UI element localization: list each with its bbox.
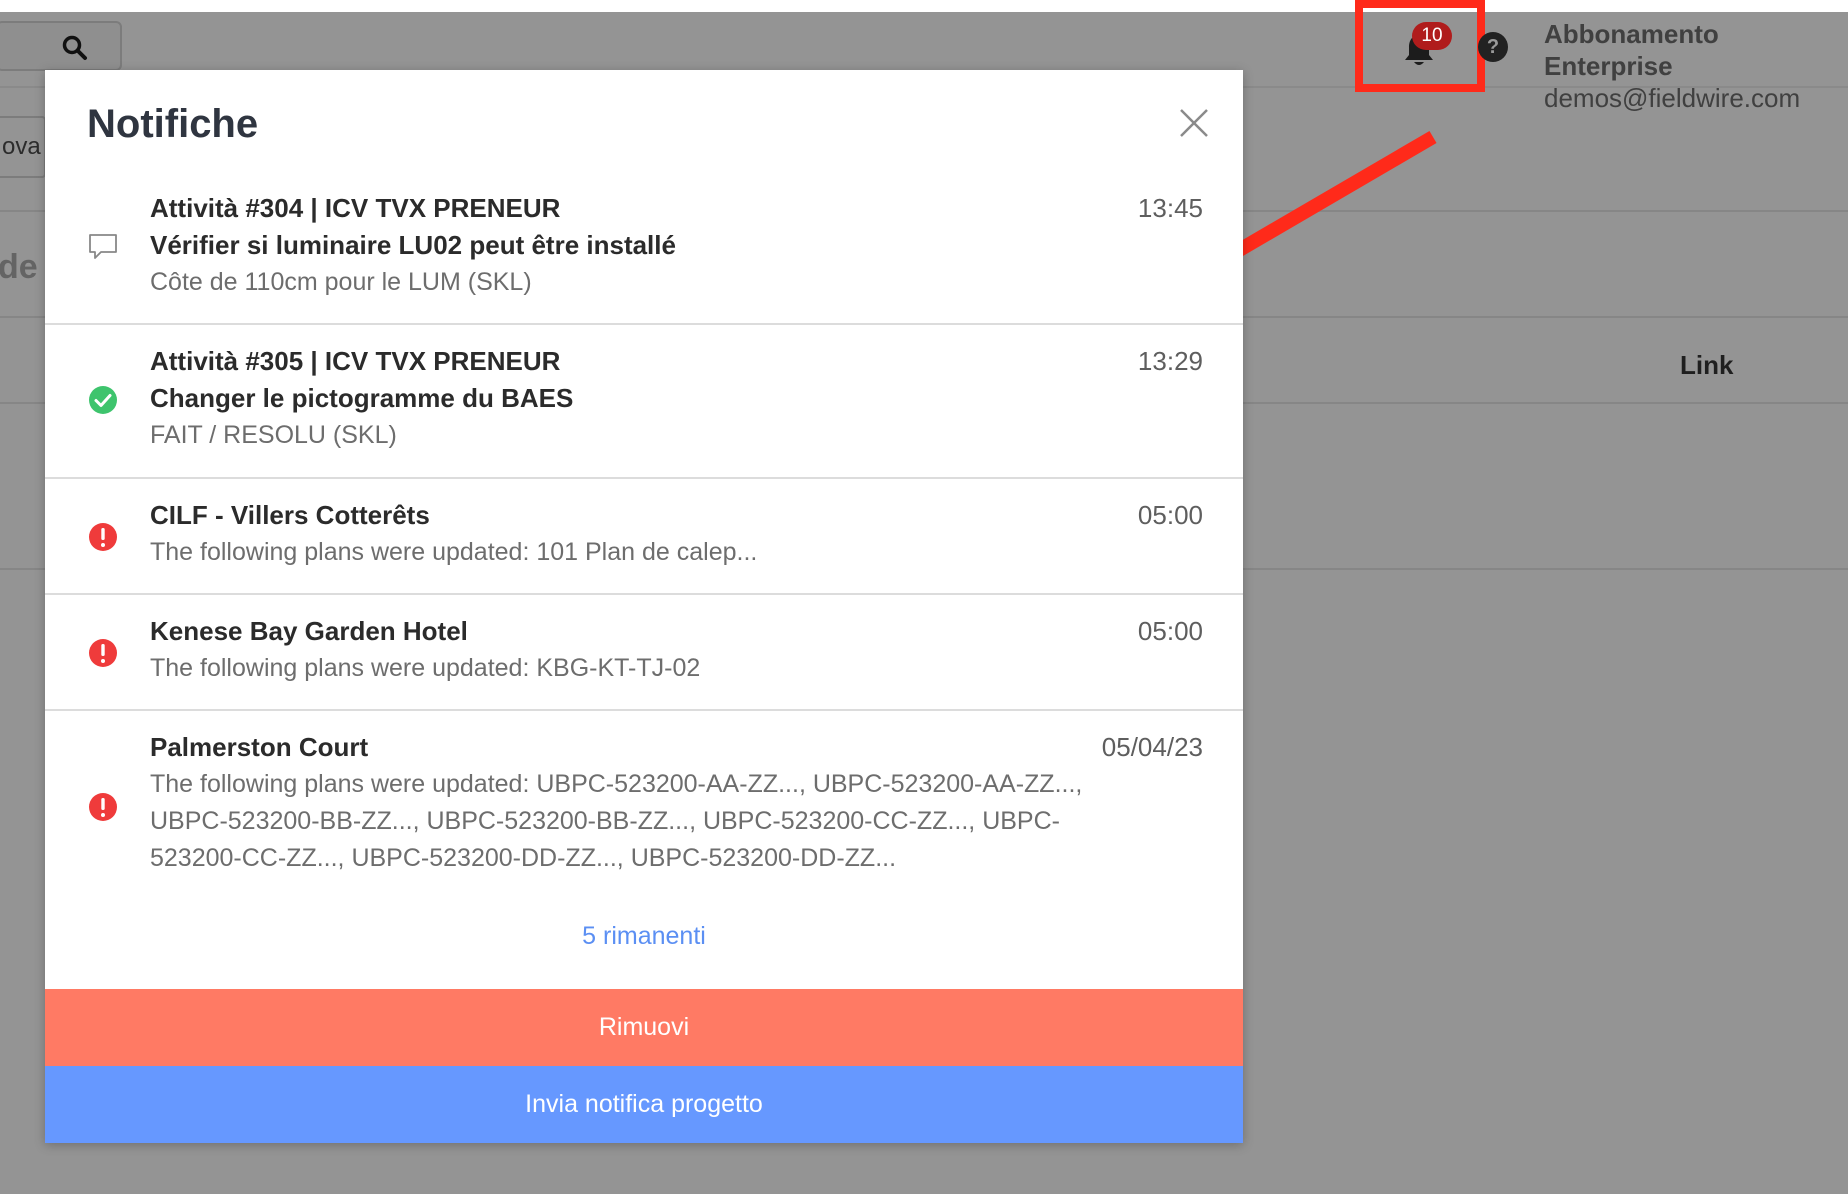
notification-item[interactable]: Attività #305 | ICV TVX PRENEUR Changer … xyxy=(45,325,1243,479)
close-icon[interactable] xyxy=(1177,106,1211,140)
notification-description: The following plans were updated: UBPC-5… xyxy=(150,770,1083,872)
notification-title: Palmerston Court xyxy=(150,732,369,762)
notification-time: 05/04/23 xyxy=(1101,732,1203,762)
notification-title: Kenese Bay Garden Hotel xyxy=(150,616,468,646)
notification-item[interactable]: CILF - Villers Cotterêts The following p… xyxy=(45,479,1243,595)
alert-circle-icon xyxy=(89,793,117,821)
search-icon xyxy=(62,35,87,60)
alert-circle-icon xyxy=(89,523,117,551)
account-email: demos@fieldwire.com xyxy=(1544,83,1801,113)
show-remaining-link[interactable]: 5 rimanenti xyxy=(45,922,1243,951)
notification-title: Attività #305 | ICV TVX PRENEUR xyxy=(150,346,561,376)
notification-item[interactable]: Attività #304 | ICV TVX PRENEUR Vérifier… xyxy=(45,172,1243,325)
check-circle-icon xyxy=(89,386,117,414)
notification-time: 05:00 xyxy=(1137,616,1203,646)
notification-subtitle: Changer le pictogramme du BAES xyxy=(150,383,574,413)
notification-time: 05:00 xyxy=(1137,500,1203,530)
bell-highlight-box xyxy=(1355,0,1485,92)
account-plan: Abbonamento Enterprise xyxy=(1544,19,1719,81)
notifications-modal: Notifiche Attività #304 | ICV TVX PRENEU… xyxy=(45,70,1243,1143)
notification-item[interactable]: Palmerston Court The following plans wer… xyxy=(45,711,1243,901)
notification-item[interactable]: Kenese Bay Garden Hotel The following pl… xyxy=(45,595,1243,711)
account-menu[interactable]: Abbonamento Enterprise demos@fieldwire.c… xyxy=(1544,18,1848,114)
window-top-strip xyxy=(0,0,1848,12)
notification-description: Côte de 110cm pour le LUM (SKL) xyxy=(150,268,532,296)
modal-title: Notifiche xyxy=(87,102,259,146)
remove-button[interactable]: Rimuovi xyxy=(45,989,1243,1066)
notification-description: FAIT / RESOLU (SKL) xyxy=(150,421,397,449)
notification-title: CILF - Villers Cotterêts xyxy=(150,500,430,530)
help-icon[interactable]: ? xyxy=(1478,32,1508,62)
send-project-notification-button[interactable]: Invia notifica progetto xyxy=(45,1066,1243,1143)
new-item-button[interactable]: ova xyxy=(0,116,46,178)
comment-icon xyxy=(89,234,117,259)
notification-description: The following plans were updated: 101 Pl… xyxy=(150,538,758,566)
new-item-label: ova xyxy=(2,133,41,160)
notification-time: 13:29 xyxy=(1137,346,1203,376)
table-header-link: Link xyxy=(1680,350,1734,380)
notification-title: Attività #304 | ICV TVX PRENEUR xyxy=(150,193,561,223)
alert-circle-icon xyxy=(89,639,117,667)
notification-time: 13:45 xyxy=(1137,193,1203,223)
notification-description: The following plans were updated: KBG-KT… xyxy=(150,654,701,682)
notification-list: Attività #304 | ICV TVX PRENEUR Vérifier… xyxy=(45,172,1243,901)
search-button[interactable] xyxy=(0,21,122,71)
notification-subtitle: Vérifier si luminaire LU02 peut être ins… xyxy=(150,230,676,260)
